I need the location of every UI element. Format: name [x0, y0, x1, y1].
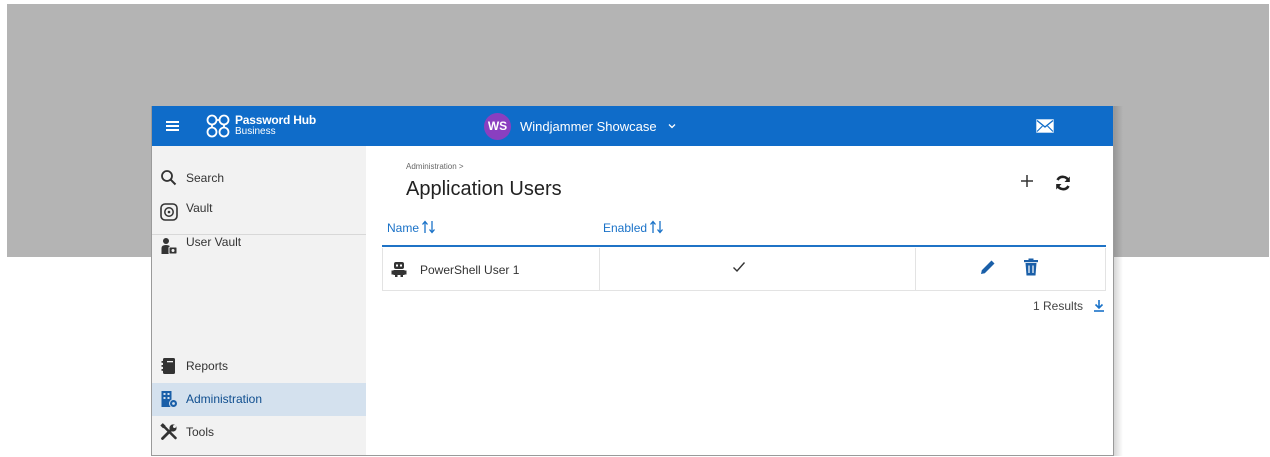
brand-title: Password Hub [235, 113, 316, 127]
sidebar-item-search[interactable]: Search [152, 162, 366, 195]
reports-icon [161, 358, 175, 374]
tools-icon [160, 423, 177, 440]
sidebar: Search Vault User Vault Reports Administ… [152, 146, 366, 455]
mail-icon[interactable] [1036, 119, 1054, 133]
sidebar-item-user-vault[interactable]: User Vault [152, 230, 366, 263]
cell-divider [599, 248, 600, 291]
page-title: Application Users [406, 178, 562, 200]
add-button[interactable] [1018, 174, 1036, 192]
chevron-down-icon [668, 124, 676, 129]
vault-icon [160, 203, 178, 221]
sidebar-item-label: User Vault [186, 235, 242, 249]
delete-icon[interactable] [1023, 258, 1039, 276]
download-icon[interactable] [1093, 299, 1105, 312]
breadcrumb[interactable]: Administration > [406, 162, 464, 171]
brand-logo: Password Hub Business [204, 112, 316, 140]
top-bar: Password Hub Business WS Windjammer Show… [152, 106, 1113, 146]
column-header-name[interactable]: Name [387, 220, 437, 235]
user-vault-icon [161, 238, 178, 255]
sort-icon [650, 220, 664, 234]
sidebar-item-label: Search [186, 171, 225, 185]
plus-icon [1021, 175, 1033, 187]
edit-icon[interactable] [979, 258, 997, 276]
sidebar-item-label: Vault [186, 201, 213, 215]
column-header-enabled[interactable]: Enabled [603, 220, 665, 235]
sort-icon [422, 220, 436, 234]
sidebar-item-reports[interactable]: Reports [152, 350, 366, 383]
window-shadow [1113, 106, 1123, 456]
app-window: Password Hub Business WS Windjammer Show… [151, 106, 1114, 456]
administration-icon [161, 391, 178, 408]
org-avatar: WS [484, 113, 511, 140]
sidebar-item-administration[interactable]: Administration [152, 383, 366, 416]
search-icon [161, 170, 177, 186]
logo-mark-icon [206, 114, 230, 138]
menu-icon[interactable] [162, 116, 184, 136]
column-header-label: Name [387, 221, 420, 235]
table-header-divider [382, 245, 1106, 247]
sidebar-item-label: Reports [186, 359, 229, 373]
cell-divider [915, 248, 916, 291]
refresh-icon[interactable] [1054, 174, 1072, 192]
sidebar-item-vault[interactable]: Vault [152, 196, 366, 229]
check-icon [733, 262, 746, 273]
results-count: 1 Results [1033, 299, 1084, 313]
sidebar-item-label: Administration [186, 392, 263, 406]
brand-subtitle: Business [235, 126, 276, 137]
robot-icon [391, 262, 407, 277]
org-name: Windjammer Showcase [520, 119, 657, 134]
table-row[interactable]: PowerShell User 1 [382, 248, 1106, 291]
main-content: Administration > Application Users Name … [366, 146, 1113, 455]
sidebar-item-tools[interactable]: Tools [152, 416, 366, 449]
sidebar-item-label: Tools [186, 425, 215, 439]
column-header-label: Enabled [603, 221, 648, 235]
user-name: PowerShell User 1 [420, 263, 520, 277]
